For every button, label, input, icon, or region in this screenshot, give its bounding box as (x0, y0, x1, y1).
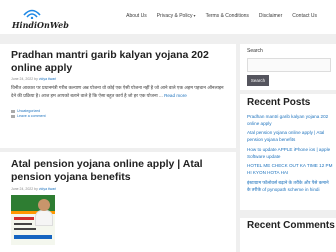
nav-contact-us[interactable]: Contact Us (287, 13, 322, 20)
thumbnail-person-face (38, 199, 50, 211)
site-header: HindiOnWeb About Us Privacy & Policy▾ Te… (0, 0, 336, 34)
site-logo[interactable]: HindiOnWeb (12, 7, 69, 31)
post-card: Pradhan mantri garib kalyan yojana 202 o… (0, 44, 236, 148)
recent-posts-list: Pradhan mantri garib kalyan yojana 202 o… (247, 114, 333, 196)
thumbnail-person-body (35, 210, 53, 226)
search-label: Search (247, 48, 263, 54)
recent-post-link[interactable]: How to update APPLE iPhone ios | apple S… (247, 147, 333, 160)
post-date: June 24, 2022 by (11, 187, 38, 191)
post-author[interactable]: vidya tiwari (39, 77, 56, 81)
post-card: Atal pension yojana online apply | Atal … (0, 152, 236, 252)
nav-privacy-policy[interactable]: Privacy & Policy▾ (152, 12, 201, 20)
leave-comment-link[interactable]: Leave a comment (17, 114, 46, 118)
nav-terms-conditions[interactable]: Terms & Conditions (201, 13, 254, 20)
thumbnail-text-line (14, 228, 36, 230)
post-comments: Leave a comment (11, 114, 46, 118)
comment-icon (11, 114, 15, 118)
page: HindiOnWeb About Us Privacy & Policy▾ Te… (0, 0, 336, 252)
post-thumbnail[interactable] (11, 195, 55, 245)
recent-post-link[interactable]: Atal pension yojana online apply | Atal … (247, 130, 333, 143)
search-widget: Search Search (240, 44, 336, 90)
post-meta: June 24, 2022 by vidya tiwari (11, 187, 56, 191)
chevron-down-icon: ▾ (193, 13, 196, 18)
post-excerpt: विनीत आकाश पर प्रधानमंत्री गरीब कल्याण अ… (11, 84, 226, 99)
post-meta: June 24, 2022 by vidya tiwari (11, 77, 56, 81)
search-input[interactable] (247, 58, 331, 72)
post-title[interactable]: Atal pension yojana online apply | Atal … (11, 158, 229, 184)
search-button[interactable]: Search (247, 75, 269, 86)
nav-about-us[interactable]: About Us (121, 13, 152, 20)
recent-posts-widget: Recent Posts Pradhan mantri garib kalyan… (240, 94, 336, 210)
post-title[interactable]: Pradhan mantri garib kalyan yojana 202 o… (11, 49, 229, 75)
recent-post-link[interactable]: HOTEL ME CHECK OUT KA TIME 12 PM HI KYON… (247, 163, 333, 176)
wifi-icon (23, 9, 41, 19)
recent-post-link[interactable]: Pradhan mantri garib kalyan yojana 202 o… (247, 114, 333, 127)
nav-disclaimer[interactable]: Disclaimer (254, 13, 287, 20)
recent-comments-title: Recent Comments (247, 220, 335, 231)
thumbnail-text-line (14, 223, 32, 225)
post-date: June 24, 2022 by (11, 77, 38, 81)
logo-text: HindiOnWeb (12, 20, 69, 30)
recent-posts-title: Recent Posts (247, 97, 311, 108)
post-excerpt-text: विनीत आकाश पर प्रधानमंत्री गरीब कल्याण अ… (11, 85, 224, 98)
recent-post-link[interactable]: इंस्टाग्राम फॉलोवर्स बढ़ाने के तरीके और … (247, 180, 333, 193)
post-author[interactable]: vidya tiwari (39, 187, 56, 191)
recent-comments-widget: Recent Comments (240, 218, 336, 252)
category-link[interactable]: Uncategorized (17, 109, 40, 113)
folder-icon (11, 109, 15, 113)
main-nav: About Us Privacy & Policy▾ Terms & Condi… (121, 12, 322, 20)
read-more-link[interactable]: Read more (164, 93, 187, 98)
nav-privacy-policy-label: Privacy & Policy (156, 13, 193, 19)
post-category: Uncategorized (11, 109, 40, 113)
thumbnail-text-line (14, 235, 52, 239)
thumbnail-text-line (14, 217, 34, 220)
